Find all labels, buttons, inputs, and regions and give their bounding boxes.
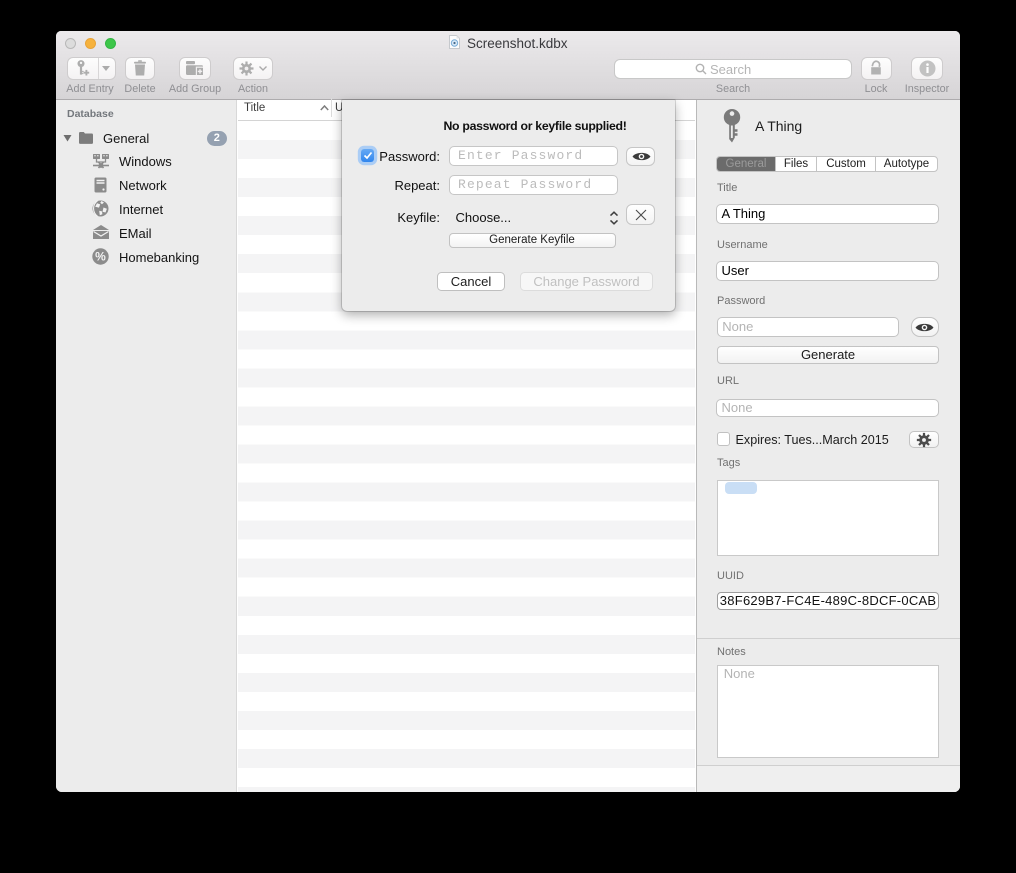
svg-text:%: % <box>95 250 106 264</box>
